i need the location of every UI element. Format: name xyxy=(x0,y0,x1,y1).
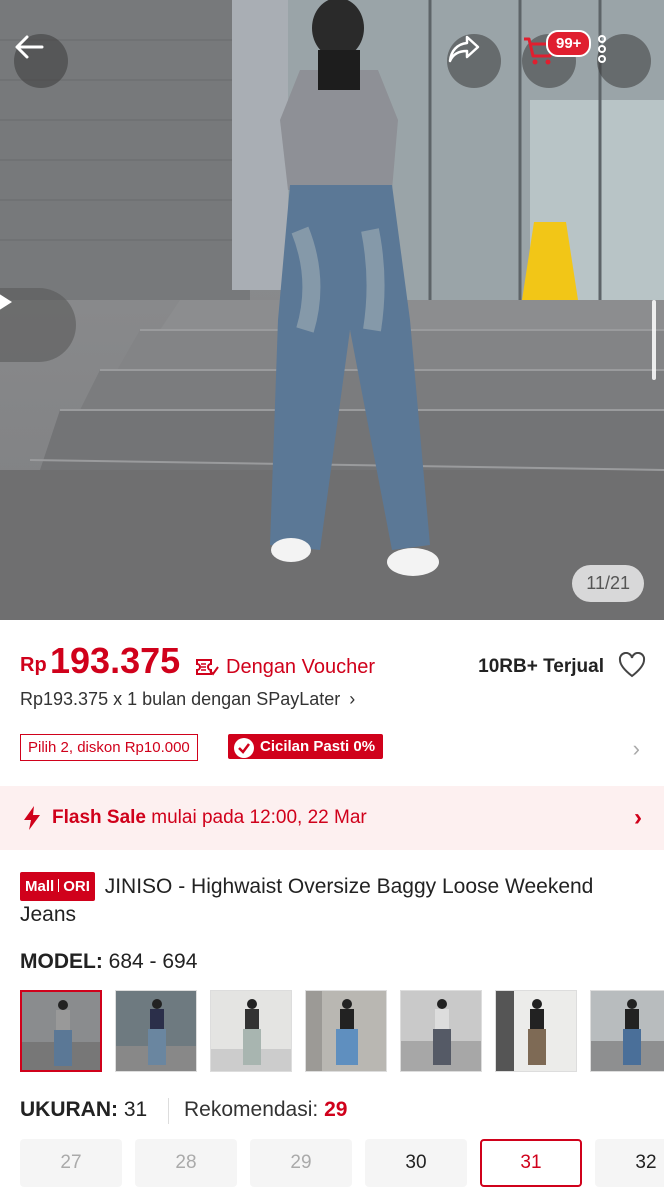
flash-sale-text: Flash Sale mulai pada 12:00, 22 Mar xyxy=(52,807,367,829)
model-thumbnails xyxy=(20,990,664,1072)
installment-chip: Cicilan Pasti 0% xyxy=(228,734,384,759)
scroll-indicator xyxy=(652,300,656,380)
chevron-right-icon: › xyxy=(632,736,640,761)
size-value: 31 xyxy=(123,1098,148,1121)
spaylater-text: Rp193.375 x 1 bulan dengan SPayLater xyxy=(20,689,341,709)
share-icon xyxy=(448,35,480,63)
size-option[interactable]: 32 xyxy=(595,1139,664,1187)
recommendation-value: 29 xyxy=(324,1098,348,1121)
product-image-gallery[interactable]: 99+ 11/21 xyxy=(0,0,664,620)
size-options: 27 28 29 30 31 32 xyxy=(20,1139,664,1189)
voucher-icon xyxy=(196,659,219,676)
cart-button[interactable]: 99+ xyxy=(522,30,592,88)
size-label: UKURAN: xyxy=(20,1098,118,1121)
product-title-text: JINISO - Highwaist Oversize Baggy Loose … xyxy=(20,875,594,926)
flash-sale-banner[interactable]: Flash Sale mulai pada 12:00, 22 Mar › xyxy=(0,786,664,850)
lightning-icon xyxy=(24,806,40,830)
model-thumbnail[interactable] xyxy=(400,990,482,1072)
play-video-button[interactable] xyxy=(0,288,76,362)
model-value: 684 - 694 xyxy=(108,950,198,973)
model-thumbnail[interactable] xyxy=(20,990,102,1072)
model-thumbnail[interactable] xyxy=(495,990,577,1072)
size-option-selected[interactable]: 31 xyxy=(480,1139,582,1187)
chevron-right-icon: › xyxy=(349,689,356,709)
size-recommendation: Rekomendasi: 29 xyxy=(184,1098,347,1122)
model-thumbnail[interactable] xyxy=(305,990,387,1072)
verified-check-icon xyxy=(234,738,254,758)
model-label: MODEL: xyxy=(20,950,103,973)
promo-row[interactable]: Pilih 2, diskon Rp10.000 Cicilan Pasti 0… xyxy=(20,734,650,764)
model-thumbnail[interactable] xyxy=(115,990,197,1072)
spaylater-link[interactable]: Rp193.375 x 1 bulan dengan SPayLater › xyxy=(20,689,355,710)
mall-ori-badge: Mall ORI xyxy=(20,872,95,901)
model-thumbnail[interactable] xyxy=(590,990,664,1072)
play-icon xyxy=(0,294,12,310)
sold-count: 10RB+ Terjual xyxy=(478,656,604,677)
arrow-left-icon xyxy=(15,35,44,59)
size-option[interactable]: 28 xyxy=(135,1139,237,1187)
back-button[interactable] xyxy=(14,34,68,88)
cart-count-badge: 99+ xyxy=(546,30,592,57)
price-row: Rp 193.375 Dengan Voucher 10RB+ Terjual xyxy=(20,640,650,690)
more-options-button[interactable] xyxy=(597,34,651,88)
product-title: Mall ORI JINISO - Highwaist Oversize Bagg… xyxy=(20,872,650,928)
price-currency: Rp xyxy=(20,654,47,676)
model-thumbnail[interactable] xyxy=(210,990,292,1072)
more-vertical-icon xyxy=(598,35,606,63)
divider xyxy=(168,1098,169,1124)
recommendation-label: Rekomendasi: xyxy=(184,1098,319,1121)
installment-chip-label: Cicilan Pasti 0% xyxy=(260,738,376,755)
ori-tag-text: ORI xyxy=(63,878,90,895)
flash-sale-time: mulai pada 12:00, 22 Mar xyxy=(151,807,367,828)
size-option[interactable]: 30 xyxy=(365,1139,467,1187)
model-section-label: MODEL: 684 - 694 xyxy=(20,950,197,974)
size-option[interactable]: 27 xyxy=(20,1139,122,1187)
heart-icon[interactable] xyxy=(618,652,646,678)
mall-tag-text: Mall xyxy=(25,878,55,895)
share-button[interactable] xyxy=(447,34,501,88)
image-counter: 11/21 xyxy=(572,565,644,602)
price-amount: 193.375 xyxy=(50,640,181,681)
chevron-right-icon: › xyxy=(634,804,642,831)
size-option[interactable]: 29 xyxy=(250,1139,352,1187)
size-section-label: UKURAN: 31 xyxy=(20,1098,147,1122)
discount-chip: Pilih 2, diskon Rp10.000 xyxy=(20,734,198,761)
product-photo xyxy=(0,0,664,620)
flash-sale-label: Flash Sale xyxy=(52,807,146,828)
voucher-label: Dengan Voucher xyxy=(226,656,376,678)
